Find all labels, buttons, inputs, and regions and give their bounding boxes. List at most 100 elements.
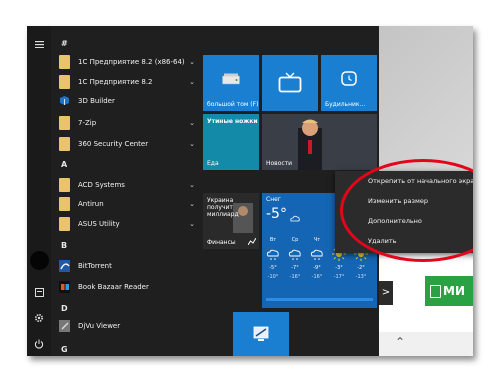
forecast-high: -7° — [291, 265, 299, 271]
group-header-d[interactable]: D — [61, 304, 68, 313]
folder-icon — [59, 115, 70, 130]
monitor-app-icon — [253, 326, 269, 341]
screenshot-frame: МИ > ⌃ # 1С Предприятие 8.2 (x86-64) ⌄ 1… — [27, 26, 473, 356]
list-item[interactable]: ACD Systems ⌄ — [59, 176, 197, 193]
start-menu: # 1С Предприятие 8.2 (x86-64) ⌄ 1С Предп… — [27, 26, 379, 356]
chevron-up-icon[interactable]: ⌃ — [395, 335, 405, 349]
tile-tv[interactable] — [262, 55, 318, 111]
weather-progress-strip — [266, 298, 373, 301]
chevron-down-icon: ⌄ — [189, 180, 195, 189]
chevron-down-icon: ⌄ — [189, 219, 195, 228]
snow-cloud-icon — [288, 249, 301, 260]
tile-drive[interactable]: большой том (F) — [203, 55, 259, 111]
power-button[interactable] — [27, 332, 51, 356]
forecast-low: -16° — [311, 274, 323, 280]
list-item[interactable]: 360 Security Center ⌄ — [59, 135, 197, 152]
menu-item-resize[interactable]: Изменить размер > — [335, 192, 473, 210]
tile-app-bottom[interactable] — [233, 312, 289, 356]
app-label: 1С Предприятие 8.2 — [78, 77, 153, 86]
tile-alarm[interactable]: Будильник... — [321, 55, 377, 111]
hamburger-button[interactable] — [27, 32, 51, 56]
tile-finance-label: Финансы — [207, 239, 236, 246]
list-item[interactable]: Book Bazaar Reader — [59, 278, 197, 295]
background-green-button[interactable]: МИ — [425, 276, 473, 306]
alarm-clock-icon — [341, 71, 357, 86]
forecast-low: -10° — [267, 274, 279, 280]
forecast-low: -16° — [289, 274, 301, 280]
tile-finance-headline: Украина получит миллиард — [207, 197, 239, 218]
menu-item-uninstall[interactable]: Удалить — [335, 232, 473, 250]
tile-news[interactable]: Новости — [262, 114, 377, 170]
app-list: # 1С Предприятие 8.2 (x86-64) ⌄ 1С Предп… — [51, 26, 199, 356]
group-header-b[interactable]: B — [61, 241, 67, 250]
list-item[interactable]: 3D Builder — [59, 92, 197, 109]
snow-cloud-icon — [266, 249, 279, 260]
tile-food[interactable]: Утиные ножки Еда — [203, 114, 259, 170]
gear-icon — [34, 313, 44, 323]
tile-alarm-label: Будильник... — [325, 101, 366, 108]
chevron-down-icon: ⌄ — [189, 57, 195, 66]
tile-food-label: Еда — [207, 160, 219, 167]
forecast-low: -13° — [355, 274, 367, 280]
snow-cloud-icon — [310, 249, 323, 260]
document-icon — [34, 287, 44, 297]
folder-icon — [59, 54, 70, 69]
tile-drive-label: большой том (F) — [207, 101, 259, 108]
app-label: 1С Предприятие 8.2 (x86-64) — [78, 57, 185, 66]
tile-food-headline: Утиные ножки — [207, 118, 258, 125]
menu-item-label: Изменить размер — [368, 197, 428, 205]
book-bazaar-icon — [59, 280, 70, 294]
djvu-icon — [59, 319, 70, 333]
background-side-tab[interactable]: > — [379, 281, 393, 305]
list-item[interactable]: BitTorrent — [59, 257, 197, 274]
app-label: DjVu Viewer — [78, 321, 121, 330]
forecast-day: Чт — [313, 237, 321, 243]
menu-item-label: Открепить от начального экрана — [368, 177, 473, 185]
list-item[interactable]: 7-Zip ⌄ — [59, 114, 197, 131]
group-header-hash[interactable]: # — [61, 39, 68, 48]
list-item[interactable]: 1С Предприятие 8.2 (x86-64) ⌄ — [59, 53, 197, 70]
app-label: Antirun — [78, 199, 104, 208]
forecast-high: -5° — [269, 265, 277, 271]
menu-item-more[interactable]: Дополнительно > — [335, 212, 473, 230]
forecast-day: Вт — [269, 237, 277, 243]
forecast-low: -17° — [333, 274, 345, 280]
chevron-down-icon: ⌄ — [189, 139, 195, 148]
chart-icon — [248, 238, 256, 245]
menu-item-label: Дополнительно — [368, 217, 422, 225]
app-label: ASUS Utility — [78, 219, 120, 228]
weather-condition: Снег — [266, 196, 281, 203]
tile-finance[interactable]: Украина получит миллиард Финансы — [203, 193, 259, 249]
menu-item-label: Удалить — [368, 237, 397, 245]
taskbar-strip: ⌃ — [379, 332, 473, 356]
chevron-down-icon: ⌄ — [189, 199, 195, 208]
list-item[interactable]: 1С Предприятие 8.2 ⌄ — [59, 73, 197, 90]
folder-icon — [59, 177, 70, 192]
user-account-button[interactable] — [27, 248, 51, 272]
app-label: 7-Zip — [78, 118, 97, 127]
chevron-down-icon: ⌄ — [189, 118, 195, 127]
list-item[interactable]: ASUS Utility ⌄ — [59, 215, 197, 232]
group-header-a[interactable]: A — [61, 160, 67, 169]
app-label: BitTorrent — [78, 261, 112, 270]
folder-icon — [59, 74, 70, 89]
list-item[interactable]: Antirun ⌄ — [59, 195, 197, 212]
weather-temperature: -5° — [266, 206, 287, 222]
3d-builder-icon — [59, 94, 70, 108]
menu-item-unpin[interactable]: Открепить от начального экрана — [335, 172, 473, 190]
group-header-g[interactable]: G — [61, 345, 68, 354]
chevron-down-icon: ⌄ — [189, 77, 195, 86]
folder-icon — [59, 216, 70, 231]
folder-icon — [59, 196, 70, 211]
app-label: 3D Builder — [78, 96, 115, 105]
snow-cloud-icon — [290, 215, 300, 222]
forecast-high: -9° — [313, 265, 321, 271]
settings-button[interactable] — [27, 306, 51, 330]
list-item[interactable]: DjVu Viewer — [59, 317, 197, 334]
background-button-label: МИ — [443, 284, 465, 298]
bittorrent-icon — [59, 259, 70, 273]
context-menu: Открепить от начального экрана Изменить … — [335, 171, 473, 253]
documents-button[interactable] — [27, 280, 51, 304]
power-icon — [34, 339, 44, 349]
forecast-high: -2° — [357, 265, 365, 271]
